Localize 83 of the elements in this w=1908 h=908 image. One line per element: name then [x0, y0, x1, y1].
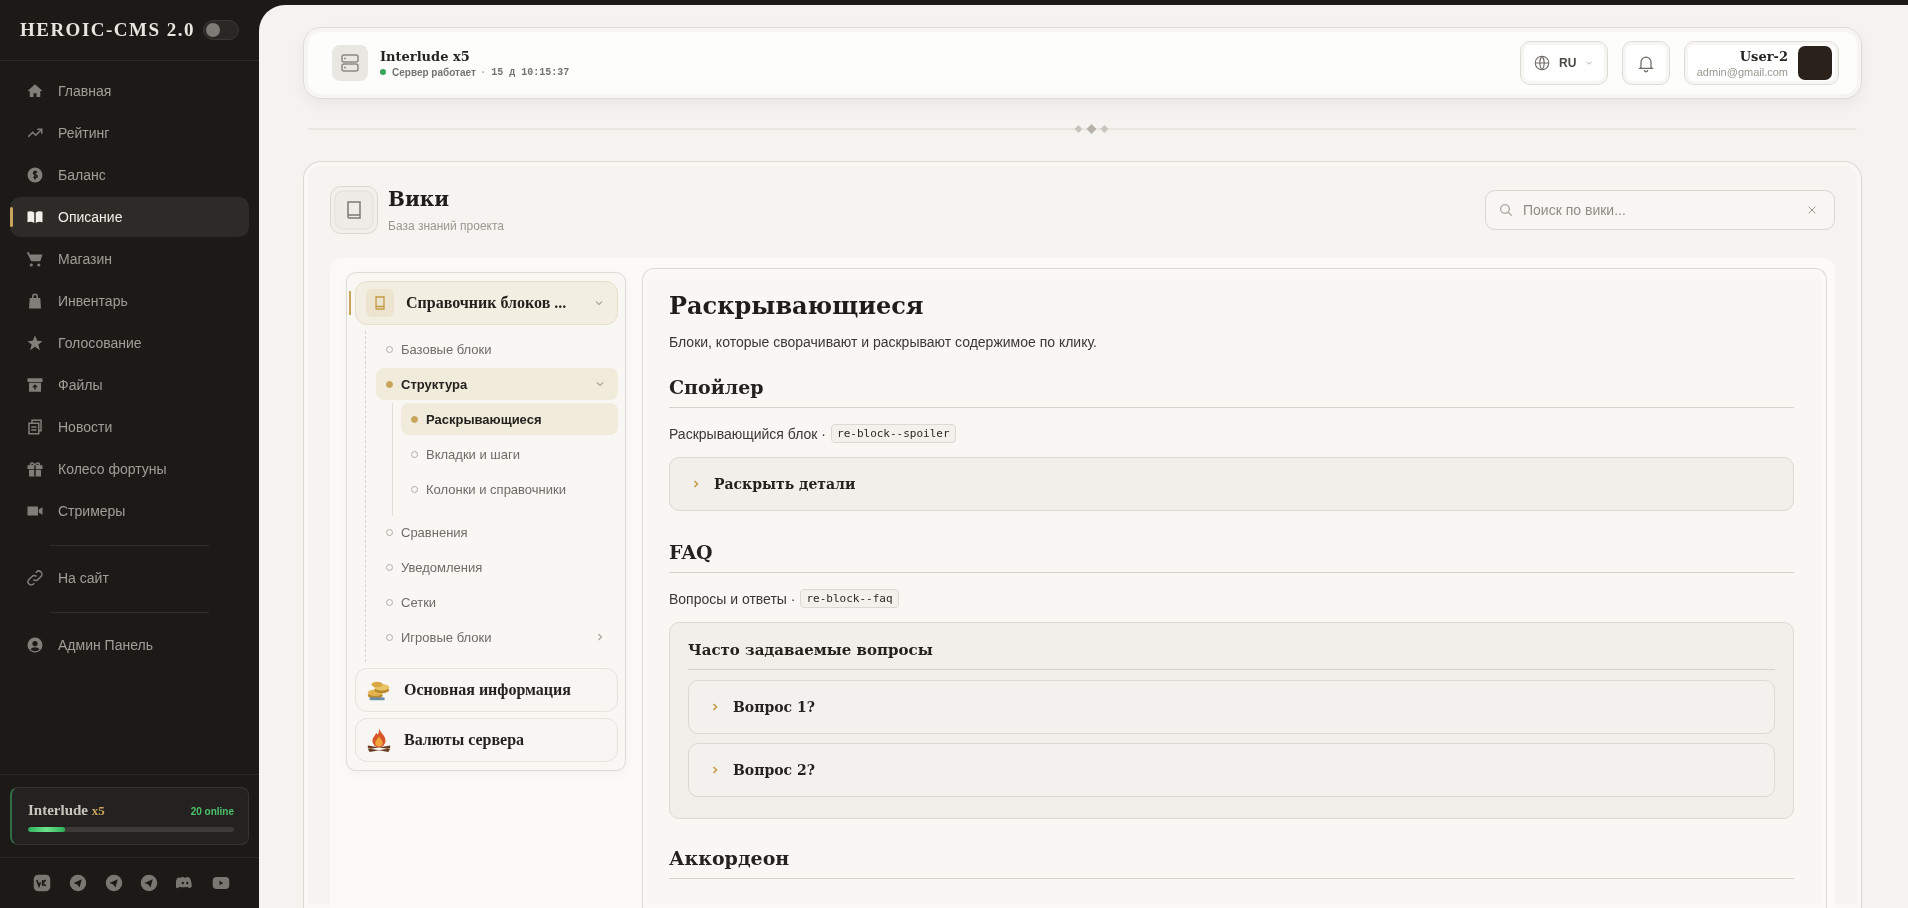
sidebar-item[interactable]: Баланс [10, 155, 249, 195]
book-icon [26, 208, 44, 226]
nav-item[interactable]: Вкладки и шаги [401, 438, 618, 470]
section-description: Раскрывающийся блок · [669, 425, 826, 442]
sidebar-item[interactable]: Файлы [10, 365, 249, 405]
link-icon [26, 569, 44, 587]
book-icon [330, 186, 378, 234]
book-icon [366, 289, 394, 317]
page-subtitle: База знаний проекта [388, 219, 505, 233]
section-heading: Аккордеон [669, 847, 1794, 879]
nav-item[interactable]: Уведомления [376, 551, 618, 583]
nav-item[interactable]: Базовые блоки [376, 333, 618, 365]
social-link[interactable] [212, 874, 231, 892]
page-title: Вики [388, 187, 450, 211]
sidebar-item[interactable]: Инвентарь [10, 281, 249, 321]
nav-item[interactable]: Игровые блоки [376, 621, 618, 653]
nav-item[interactable]: Сравнения [376, 516, 618, 548]
nav-section[interactable]: Основная информация [355, 668, 618, 712]
article-title: Раскрывающиеся [669, 291, 925, 320]
sidebar-item[interactable]: Стримеры [10, 491, 249, 531]
social-link[interactable] [104, 874, 123, 892]
paper-plane-icon [140, 874, 159, 892]
social-link[interactable] [68, 874, 87, 892]
documents-icon [26, 418, 44, 436]
server-status: Сервер работает [392, 66, 476, 78]
user-menu[interactable]: User-2 admin@gmail.com [1683, 41, 1839, 85]
sidebar-item[interactable]: Магазин [10, 239, 249, 279]
avatar-placeholder [1798, 46, 1832, 80]
class-name: re-block--faq [800, 589, 899, 608]
class-name: re-block--spoiler [831, 424, 956, 443]
notifications-button[interactable] [1621, 41, 1670, 85]
server-icon [332, 45, 368, 81]
sidebar-item[interactable]: Описание [10, 197, 249, 237]
language-selector[interactable]: RU [1519, 41, 1608, 85]
collapsible-toggle[interactable]: Вопрос 1? [688, 680, 1775, 734]
user-email: admin@gmail.com [1696, 65, 1788, 78]
section-heading: FAQ [669, 541, 1794, 573]
nav-item[interactable]: Структура [376, 368, 618, 400]
paper-plane-icon [104, 874, 123, 892]
faq-title: Часто задаваемые вопросы [688, 641, 1775, 670]
sidebar-item[interactable]: Рейтинг [10, 113, 249, 153]
paper-plane-icon [68, 874, 87, 892]
section-heading: Спойлер [669, 376, 1794, 408]
rounded-square-icon [32, 874, 51, 892]
collapsible-toggle[interactable]: Вопрос 2? [688, 743, 1775, 797]
archive-icon [26, 376, 44, 394]
logo: HEROIC-CMS 2.0 [19, 19, 196, 41]
user-name: User-2 [1739, 48, 1788, 64]
theme-toggle[interactable] [203, 20, 240, 40]
close-icon [1807, 205, 1817, 215]
bullet-icon [386, 380, 393, 388]
sidebar-item[interactable]: Колесо фортуны [10, 449, 249, 489]
collapsible-toggle[interactable]: Раскрыть детали [669, 457, 1794, 511]
separator-dot: · [481, 66, 486, 78]
dollar-coin-icon [26, 166, 44, 184]
home-icon [26, 82, 44, 100]
globe-icon [1533, 54, 1552, 72]
online-count: 20 online [190, 806, 234, 817]
social-link[interactable] [140, 874, 159, 892]
sidebar-item[interactable]: Голосование [10, 323, 249, 363]
article-intro: Блоки, которые сворачивают и раскрывают содержимое по клику. [669, 334, 1098, 350]
cart-icon [26, 250, 44, 268]
section-description: Вопросы и ответы · [669, 590, 796, 607]
gift-icon [26, 460, 44, 478]
uptime: 15 д 10:15:37 [491, 66, 570, 78]
sidebar-item[interactable]: Админ Панель [10, 625, 249, 665]
server-name: Interlude x5 [380, 48, 471, 64]
social-link[interactable] [32, 874, 51, 892]
nav-item[interactable]: Сетки [376, 586, 618, 618]
sidebar-item[interactable]: Новости [10, 407, 249, 447]
star-icon [26, 334, 44, 352]
bag-icon [26, 292, 44, 310]
sidebar-item[interactable]: Главная [10, 71, 249, 111]
user-circle-icon [26, 636, 44, 654]
nav-item[interactable]: Раскрывающиеся [401, 403, 618, 435]
search-field[interactable]: Поиск по вики... [1485, 190, 1835, 230]
nav-section[interactable]: Валюты сервера [355, 718, 618, 762]
campfire-icon [366, 727, 392, 753]
server-name: Interlude x5 [28, 802, 105, 819]
nav-item[interactable]: Колонки и справочники [401, 473, 618, 505]
bullet-icon [411, 415, 418, 423]
play-icon [212, 874, 231, 892]
sidebar-item[interactable]: На сайт [10, 558, 249, 598]
